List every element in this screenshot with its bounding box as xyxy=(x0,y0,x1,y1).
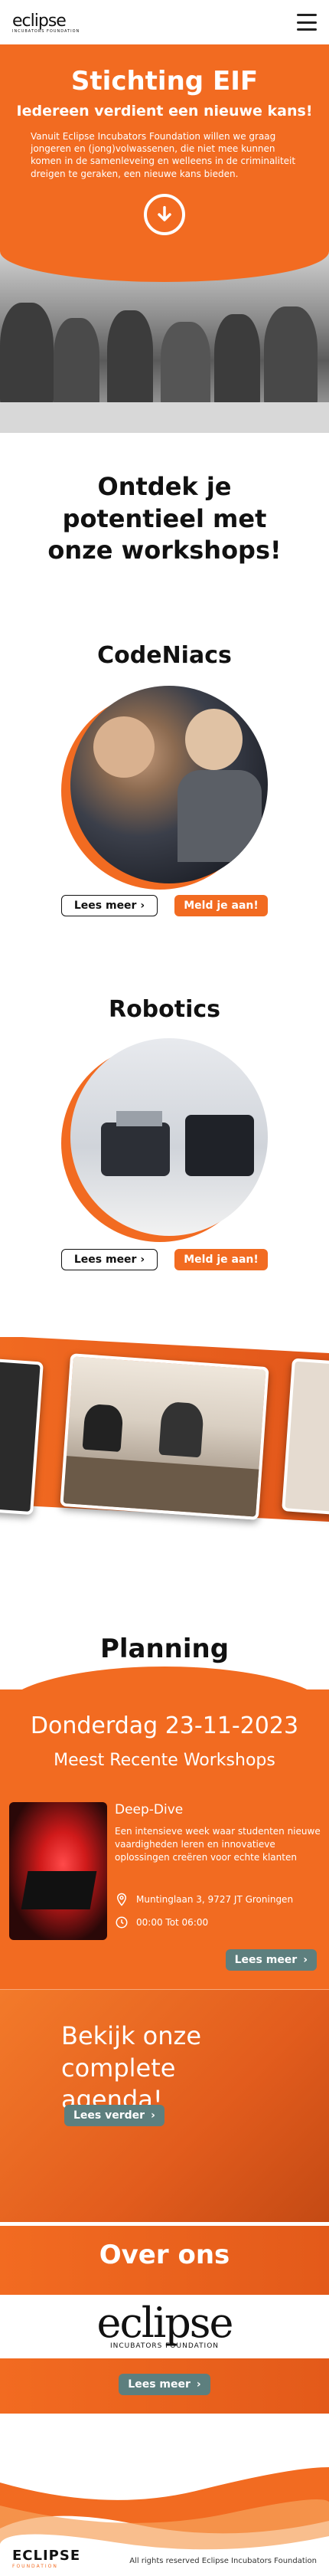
robotics-signup-button[interactable]: Meld je aan! xyxy=(174,1249,268,1270)
about-header: Over ons xyxy=(0,2226,329,2295)
site-logo[interactable]: eclipse INCUBATORS FOUNDATION xyxy=(12,11,80,34)
codeniacs-more-button[interactable]: Lees meer › xyxy=(61,895,158,916)
codeniacs-signup-button[interactable]: Meld je aan! xyxy=(174,895,268,916)
footer-logo[interactable]: ECLIPSE FOUNDATION xyxy=(12,2548,80,2569)
hero-title: Stichting EIF xyxy=(70,66,259,97)
hero-section: Stichting EIF Iedereen verdient een nieu… xyxy=(0,44,329,282)
event-card: Deep-Dive Een intensieve week waar stude… xyxy=(0,1794,329,1990)
event-more-button[interactable]: Lees meer › xyxy=(225,1949,317,1971)
planning-subheading: Meest Recente Workshops xyxy=(54,1751,275,1770)
workshop-title-codeniacs: CodeNiacs xyxy=(97,642,232,669)
event-location: Muntinglaan 3, 9727 JT Groningen xyxy=(115,1893,293,1906)
planning-section: Donderdag 23-11-2023 Meest Recente Works… xyxy=(0,1594,329,2222)
location-pin-icon xyxy=(116,1893,127,1906)
agenda-button[interactable]: Lees verder › xyxy=(64,2105,164,2126)
workshops-heading: Ontdek je potentieel met onze workshops! xyxy=(47,472,282,565)
planning-date: Donderdag 23-11-2023 xyxy=(30,1712,299,1739)
logo-text: eclipse xyxy=(12,11,67,31)
agenda-title: Bekijk onze complete agenda! xyxy=(61,2021,201,2115)
workshop-title-robotics: Robotics xyxy=(108,996,221,1023)
planning-heading: Planning xyxy=(99,1634,230,1664)
robotics-more-button[interactable]: Lees meer › xyxy=(61,1249,158,1270)
event-time: 00:00 Tot 06:00 xyxy=(115,1916,208,1929)
event-title: Deep-Dive xyxy=(115,1802,184,1817)
hero-text: Vanuit Eclipse Incubators Foundation wil… xyxy=(31,131,296,179)
robotics-image xyxy=(61,1038,268,1242)
hamburger-icon[interactable] xyxy=(297,14,317,31)
clock-icon xyxy=(116,1916,128,1929)
hero-subtitle: Iedereen verdient een nieuwe kans! xyxy=(16,103,313,120)
event-description: Een intensieve week waar studenten nieuw… xyxy=(115,1826,321,1863)
footer: ECLIPSE FOUNDATION All rights reserved E… xyxy=(0,2452,329,2576)
about-footer-band: Lees meer › xyxy=(0,2358,329,2414)
about-heading: Over ons xyxy=(99,2240,230,2270)
photo-carousel[interactable] xyxy=(0,1337,329,1544)
logo-subtext: INCUBATORS FOUNDATION xyxy=(12,28,80,34)
agenda-block: Bekijk onze complete agenda! Lees verder… xyxy=(0,1990,329,2222)
carousel-slide[interactable] xyxy=(60,1353,269,1520)
about-logo: eclipse INCUBATORS FOUNDATION xyxy=(96,2299,234,2351)
top-bar: eclipse INCUBATORS FOUNDATION xyxy=(0,0,329,44)
copyright-text: All rights reserved Eclipse Incubators F… xyxy=(129,2557,317,2565)
arrow-down-circle-icon[interactable] xyxy=(144,193,185,235)
codeniacs-image xyxy=(61,686,268,890)
about-more-button[interactable]: Lees meer › xyxy=(119,2374,210,2395)
event-image xyxy=(9,1802,107,1940)
